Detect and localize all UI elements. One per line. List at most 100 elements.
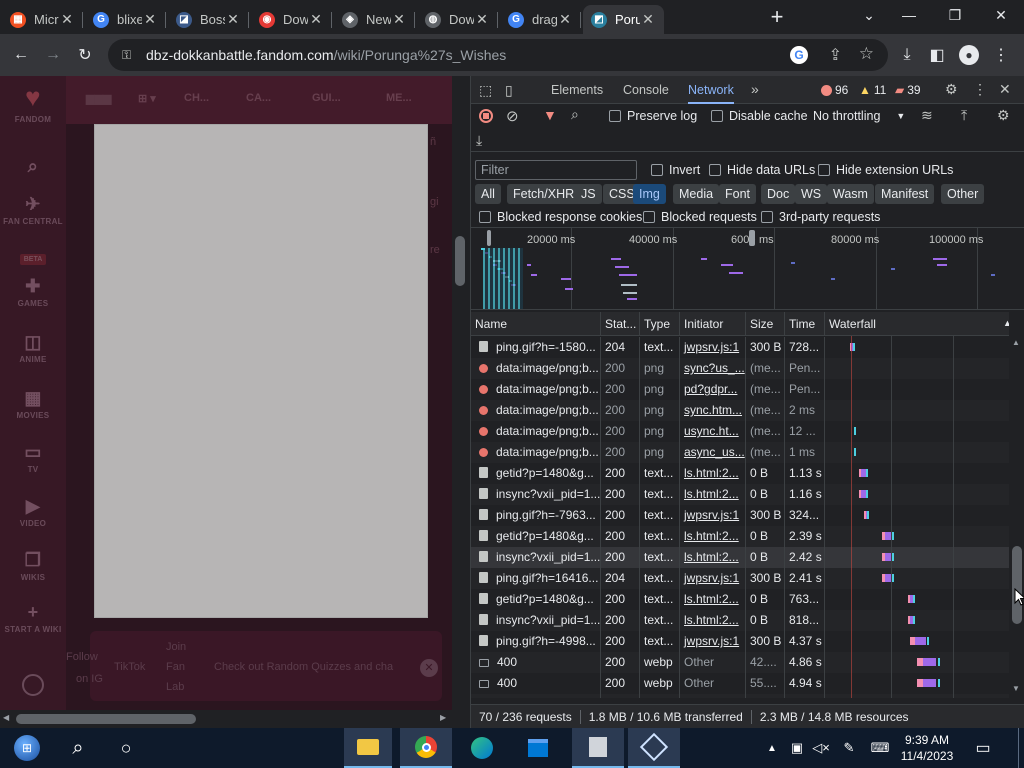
issues-count-badge[interactable]: ▰ 39: [895, 83, 921, 97]
rail-item[interactable]: ◫ ANIME: [0, 332, 66, 364]
rail-item[interactable]: + START A WIKI: [0, 602, 66, 634]
table-row[interactable]: getid?p=1480&g... 200 text... ls.html:2... 0…: [471, 463, 1009, 484]
reload-icon[interactable]: ↻: [72, 42, 98, 68]
tab-close-icon[interactable]: ✕: [557, 11, 573, 28]
tab-close-icon[interactable]: ✕: [640, 11, 656, 28]
request-initiator[interactable]: ls.html:2...: [680, 463, 746, 484]
overview-left-handle[interactable]: [487, 230, 491, 246]
search-icon[interactable]: ⌕: [571, 106, 579, 123]
action-center-icon[interactable]: ▭: [966, 728, 1000, 768]
show-desktop-button[interactable]: [1018, 728, 1024, 768]
wiki-nav-item[interactable]: ME...: [386, 92, 412, 104]
column-header-name[interactable]: Name: [471, 312, 601, 336]
wiki-nav-item[interactable]: CA...: [246, 92, 271, 104]
network-overview[interactable]: 20000 ms 40000 ms 6000 ms 80000 ms 10000…: [471, 228, 1024, 310]
table-row[interactable]: data:image/png;b... 200 png sync.htm... (me.…: [471, 400, 1009, 421]
filter-chip-font[interactable]: Font: [719, 184, 757, 204]
invert-checkbox[interactable]: Invert: [651, 163, 700, 177]
restore-icon[interactable]: ❐: [932, 0, 978, 30]
filter-chip-manifest[interactable]: Manifest: [875, 184, 935, 204]
table-row[interactable]: getid?p=1480&g... 200 text... ls.html:2... 0…: [471, 526, 1009, 547]
tab-close-icon[interactable]: ✕: [308, 11, 324, 28]
import-har-icon[interactable]: ⤒: [961, 107, 967, 124]
settings-gear-icon[interactable]: ⚙: [945, 81, 958, 98]
network-settings-icon[interactable]: ⚙: [997, 107, 1010, 124]
window-close-icon[interactable]: ✕: [978, 0, 1024, 30]
scroll-down-icon[interactable]: ▼: [1012, 684, 1020, 693]
filter-chip-fetchxhr[interactable]: Fetch/XHR: [507, 184, 581, 204]
tab-close-icon[interactable]: ✕: [474, 11, 490, 28]
wiki-nav-grid-icon[interactable]: ⊞ ▾: [138, 92, 156, 105]
scroll-right-icon[interactable]: ▶: [440, 713, 446, 722]
keyboard-tray-icon[interactable]: ⌨: [866, 728, 894, 768]
scroll-left-icon[interactable]: ◀: [3, 713, 9, 722]
table-row[interactable]: insync?vxii_pid=1... 200 text... ls.html:2.…: [471, 610, 1009, 631]
edge-taskbar-icon[interactable]: [458, 728, 506, 768]
forward-icon[interactable]: →: [40, 42, 66, 68]
sort-asc-icon[interactable]: ▲: [1003, 318, 1009, 328]
column-header-status[interactable]: Stat...: [601, 312, 640, 336]
preserve-log-checkbox[interactable]: Preserve log: [609, 109, 697, 123]
browser-tab[interactable]: Gdrag ✕: [500, 5, 581, 34]
request-initiator[interactable]: ls.html:2...: [680, 526, 746, 547]
blocked-requests-checkbox[interactable]: Blocked requests: [643, 210, 757, 224]
rail-item[interactable]: ⌕: [0, 156, 66, 179]
rail-item[interactable]: ❐ WIKIS: [0, 550, 66, 582]
browser-tab[interactable]: ▦ Micr ✕: [2, 5, 83, 34]
record-stop-icon[interactable]: [479, 109, 493, 123]
clear-icon[interactable]: ⊘: [506, 107, 519, 125]
inspect-element-icon[interactable]: ⬚: [479, 82, 492, 99]
tab-close-icon[interactable]: ✕: [59, 11, 75, 28]
request-initiator[interactable]: ls.html:2...: [680, 589, 746, 610]
bookmark-star-icon[interactable]: ☆: [859, 44, 874, 64]
tab-close-icon[interactable]: ✕: [142, 11, 158, 28]
table-row[interactable]: ping.gif?h=-4998... 200 text... jwpsrv.js:1…: [471, 631, 1009, 652]
request-initiator[interactable]: jwpsrv.js:1: [680, 505, 746, 526]
browser-tab[interactable]: Gblixe ✕: [85, 5, 166, 34]
warning-count-badge[interactable]: ▲ 11: [859, 83, 886, 97]
filter-chip-img[interactable]: Img: [633, 184, 666, 204]
request-initiator[interactable]: jwpsrv.js:1: [680, 568, 746, 589]
devtools-menu-icon[interactable]: ⋮: [973, 81, 987, 98]
request-initiator[interactable]: ls.html:2...: [680, 610, 746, 631]
tab-network[interactable]: Network: [688, 76, 734, 104]
filter-chip-media[interactable]: Media: [673, 184, 720, 204]
third-party-checkbox[interactable]: 3rd-party requests: [761, 210, 880, 224]
table-row[interactable]: getid?p=1480&g... 200 text... ls.html:2... 0…: [471, 589, 1009, 610]
export-har-icon[interactable]: ⤓: [476, 132, 482, 149]
wiki-nav-item[interactable]: CH...: [184, 92, 209, 104]
column-header-time[interactable]: Time: [785, 312, 825, 336]
rail-item[interactable]: ✈ FAN CENTRAL: [0, 194, 66, 226]
file-explorer-icon[interactable]: [344, 728, 392, 768]
close-devtools-icon[interactable]: ✕: [999, 81, 1011, 98]
request-initiator[interactable]: jwpsrv.js:1: [680, 337, 746, 358]
browser-tab[interactable]: ◈ New ✕: [334, 5, 415, 34]
page-vertical-scrollbar[interactable]: [452, 76, 468, 710]
more-tabs-icon[interactable]: »: [751, 81, 759, 97]
hide-extension-urls-checkbox[interactable]: Hide extension URLs: [818, 163, 953, 177]
page-horizontal-scrollbar[interactable]: ◀ ▶: [0, 710, 468, 728]
request-initiator[interactable]: async_us...: [680, 442, 746, 463]
rail-item[interactable]: ▶ VIDEO: [0, 496, 66, 528]
site-info-icon[interactable]: ⚿: [122, 48, 136, 63]
download-icon[interactable]: ⤓: [894, 42, 920, 68]
minimize-icon[interactable]: —: [886, 0, 932, 30]
table-row[interactable]: ping.gif?h=-7963... 200 text... jwpsrv.js:1…: [471, 505, 1009, 526]
request-initiator[interactable]: jwpsrv.js:1: [680, 631, 746, 652]
chrome-taskbar-icon[interactable]: [400, 728, 452, 768]
request-initiator[interactable]: ls.html:2...: [680, 547, 746, 568]
table-row[interactable]: insync?vxii_pid=1... 200 text... ls.html:2.…: [471, 484, 1009, 505]
store-taskbar-icon[interactable]: [514, 728, 562, 768]
filter-chip-ws[interactable]: WS: [795, 184, 828, 204]
column-header-waterfall[interactable]: Waterfall: [825, 312, 1009, 336]
page-hscroll-thumb[interactable]: [16, 714, 196, 724]
throttling-select[interactable]: No throttling ▼: [813, 109, 905, 123]
taskbar-clock[interactable]: 9:39 AM 11/4/2023: [896, 732, 958, 764]
request-initiator[interactable]: ls.html:2...: [680, 484, 746, 505]
rail-item[interactable]: ✚ GAMES: [0, 276, 66, 308]
rail-item[interactable]: ▦ MOVIES: [0, 388, 66, 420]
browser-tab[interactable]: ◉ Dow ✕: [251, 5, 332, 34]
show-hidden-icons[interactable]: ▲: [762, 728, 782, 768]
table-scrollbar[interactable]: ▲ ▼: [1009, 336, 1024, 698]
network-conditions-icon[interactable]: ≋: [921, 107, 933, 124]
